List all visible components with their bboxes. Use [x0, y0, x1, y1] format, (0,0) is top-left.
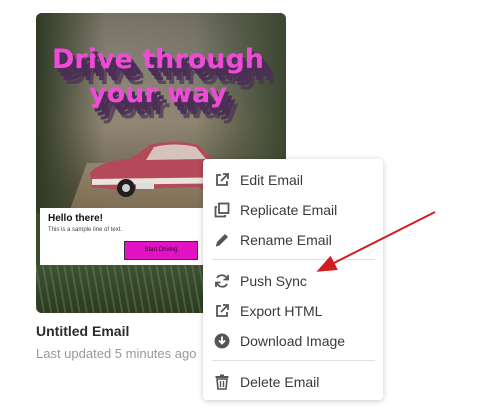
menu-item-label: Delete Email — [240, 374, 320, 390]
menu-item-label: Download Image — [240, 333, 346, 349]
email-updated-time: Last updated 5 minutes ago — [36, 346, 197, 361]
menu-item-label: Export HTML — [240, 303, 323, 319]
trash-icon — [214, 374, 230, 390]
menu-item-delete-email[interactable]: Delete Email — [203, 367, 383, 397]
external-link-icon — [214, 303, 230, 319]
sync-icon — [214, 273, 230, 289]
menu-divider — [212, 259, 375, 260]
menu-item-label: Edit Email — [240, 172, 304, 188]
menu-item-label: Replicate Email — [240, 202, 338, 218]
email-headline: Drive through your way — [51, 44, 265, 109]
email-sample-text: This is a sample line of text. — [48, 227, 123, 233]
menu-divider — [212, 360, 375, 361]
pencil-icon — [214, 232, 230, 248]
email-greeting: Hello there! — [48, 213, 104, 224]
menu-item-label: Push Sync — [240, 273, 307, 289]
menu-item-push-sync[interactable]: Push Sync — [203, 266, 383, 296]
copy-icon — [214, 202, 230, 218]
menu-item-label: Rename Email — [240, 232, 332, 248]
external-link-icon — [214, 172, 230, 188]
menu-item-rename-email[interactable]: Rename Email — [203, 225, 383, 255]
menu-item-download-image[interactable]: Download Image — [203, 326, 383, 356]
download-circle-icon — [214, 333, 230, 349]
email-cta-button: Start Driving — [124, 241, 198, 260]
menu-item-export-html[interactable]: Export HTML — [203, 296, 383, 326]
email-context-menu: Edit Email Replicate Email Rename Email … — [203, 159, 383, 400]
email-title[interactable]: Untitled Email — [36, 323, 129, 339]
menu-item-replicate-email[interactable]: Replicate Email — [203, 195, 383, 225]
menu-item-edit-email[interactable]: Edit Email — [203, 165, 383, 195]
